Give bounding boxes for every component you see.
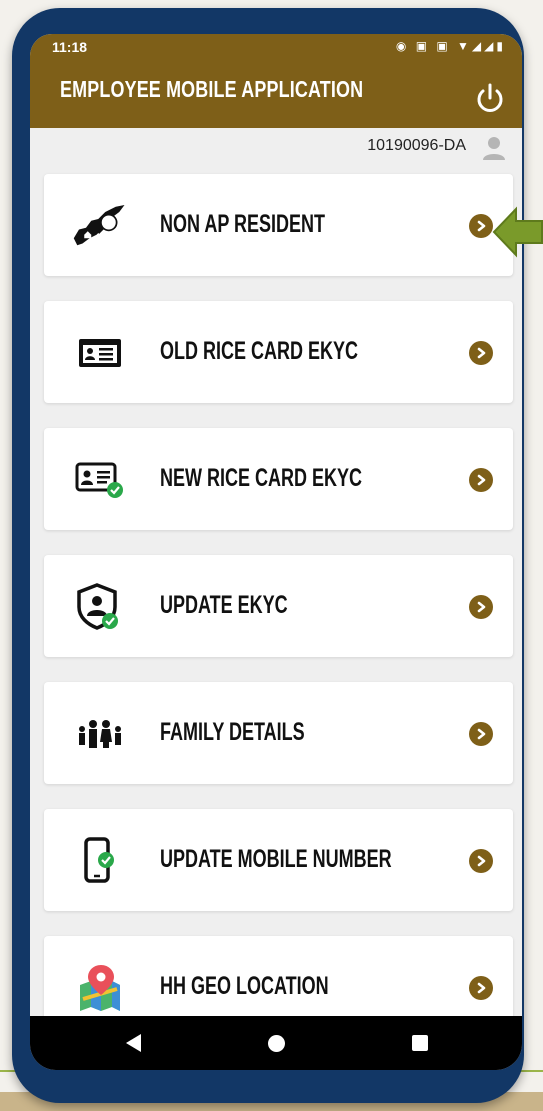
- menu-item-update-ekyc[interactable]: UPDATE EKYC: [44, 555, 513, 657]
- app-header: 11:18 ◉ ▣ ▣ ▼◢◢▮ EMPLOYEE MOBILE APPLICA…: [30, 34, 522, 128]
- menu-item-family-details[interactable]: FAMILY DETAILS: [44, 682, 513, 784]
- power-icon: [477, 83, 503, 112]
- menu-item-label: NON AP RESIDENT: [160, 210, 326, 238]
- menu-item-update-mobile-number[interactable]: UPDATE MOBILE NUMBER: [44, 809, 513, 911]
- user-id: 10190096-DA: [367, 137, 466, 154]
- chevron-right-icon[interactable]: [469, 849, 493, 873]
- chevron-right-icon[interactable]: [469, 341, 493, 365]
- ap-map-icon: [72, 198, 128, 254]
- status-time: 11:18: [52, 39, 88, 55]
- home-icon[interactable]: [268, 1035, 285, 1052]
- back-icon[interactable]: [126, 1034, 141, 1052]
- status-icons: ◉ ▣ ▣ ▼◢◢▮: [395, 39, 506, 53]
- shield-user-icon: [72, 579, 128, 635]
- menu-item-label: NEW RICE CARD EKYC: [160, 464, 363, 492]
- family-icon: [72, 706, 128, 762]
- chevron-right-icon[interactable]: [469, 976, 493, 1000]
- chevron-right-icon[interactable]: [469, 468, 493, 492]
- id-card-check-icon: [72, 452, 128, 508]
- menu-item-new-rice-card-ekyc[interactable]: NEW RICE CARD EKYC: [44, 428, 513, 530]
- menu-item-old-rice-card-ekyc[interactable]: OLD RICE CARD EKYC: [44, 301, 513, 403]
- chevron-right-icon[interactable]: [469, 595, 493, 619]
- menu-item-non-ap-resident[interactable]: NON AP RESIDENT: [44, 174, 513, 276]
- user-row: 10190096-DA: [30, 128, 522, 168]
- app-screen: 11:18 ◉ ▣ ▣ ▼◢◢▮ EMPLOYEE MOBILE APPLICA…: [30, 34, 522, 1070]
- mobile-check-icon: [72, 833, 128, 889]
- menu-item-label: FAMILY DETAILS: [160, 718, 305, 746]
- menu-item-label: OLD RICE CARD EKYC: [160, 337, 359, 365]
- map-pin-icon: [72, 960, 128, 1016]
- logout-button[interactable]: [472, 80, 508, 116]
- app-title: EMPLOYEE MOBILE APPLICATION: [60, 76, 364, 102]
- menu-item-label: HH GEO LOCATION: [160, 972, 329, 1000]
- chevron-right-icon[interactable]: [469, 214, 493, 238]
- menu-item-label: UPDATE MOBILE NUMBER: [160, 845, 392, 873]
- id-card-icon: [72, 325, 128, 381]
- android-nav-bar: [30, 1016, 522, 1070]
- menu-item-label: UPDATE EKYC: [160, 591, 288, 619]
- recent-apps-icon[interactable]: [412, 1035, 428, 1051]
- callout-arrow-icon: [492, 206, 543, 258]
- status-bar: 11:18 ◉ ▣ ▣ ▼◢◢▮: [30, 34, 522, 62]
- user-icon[interactable]: [480, 134, 508, 162]
- chevron-right-icon[interactable]: [469, 722, 493, 746]
